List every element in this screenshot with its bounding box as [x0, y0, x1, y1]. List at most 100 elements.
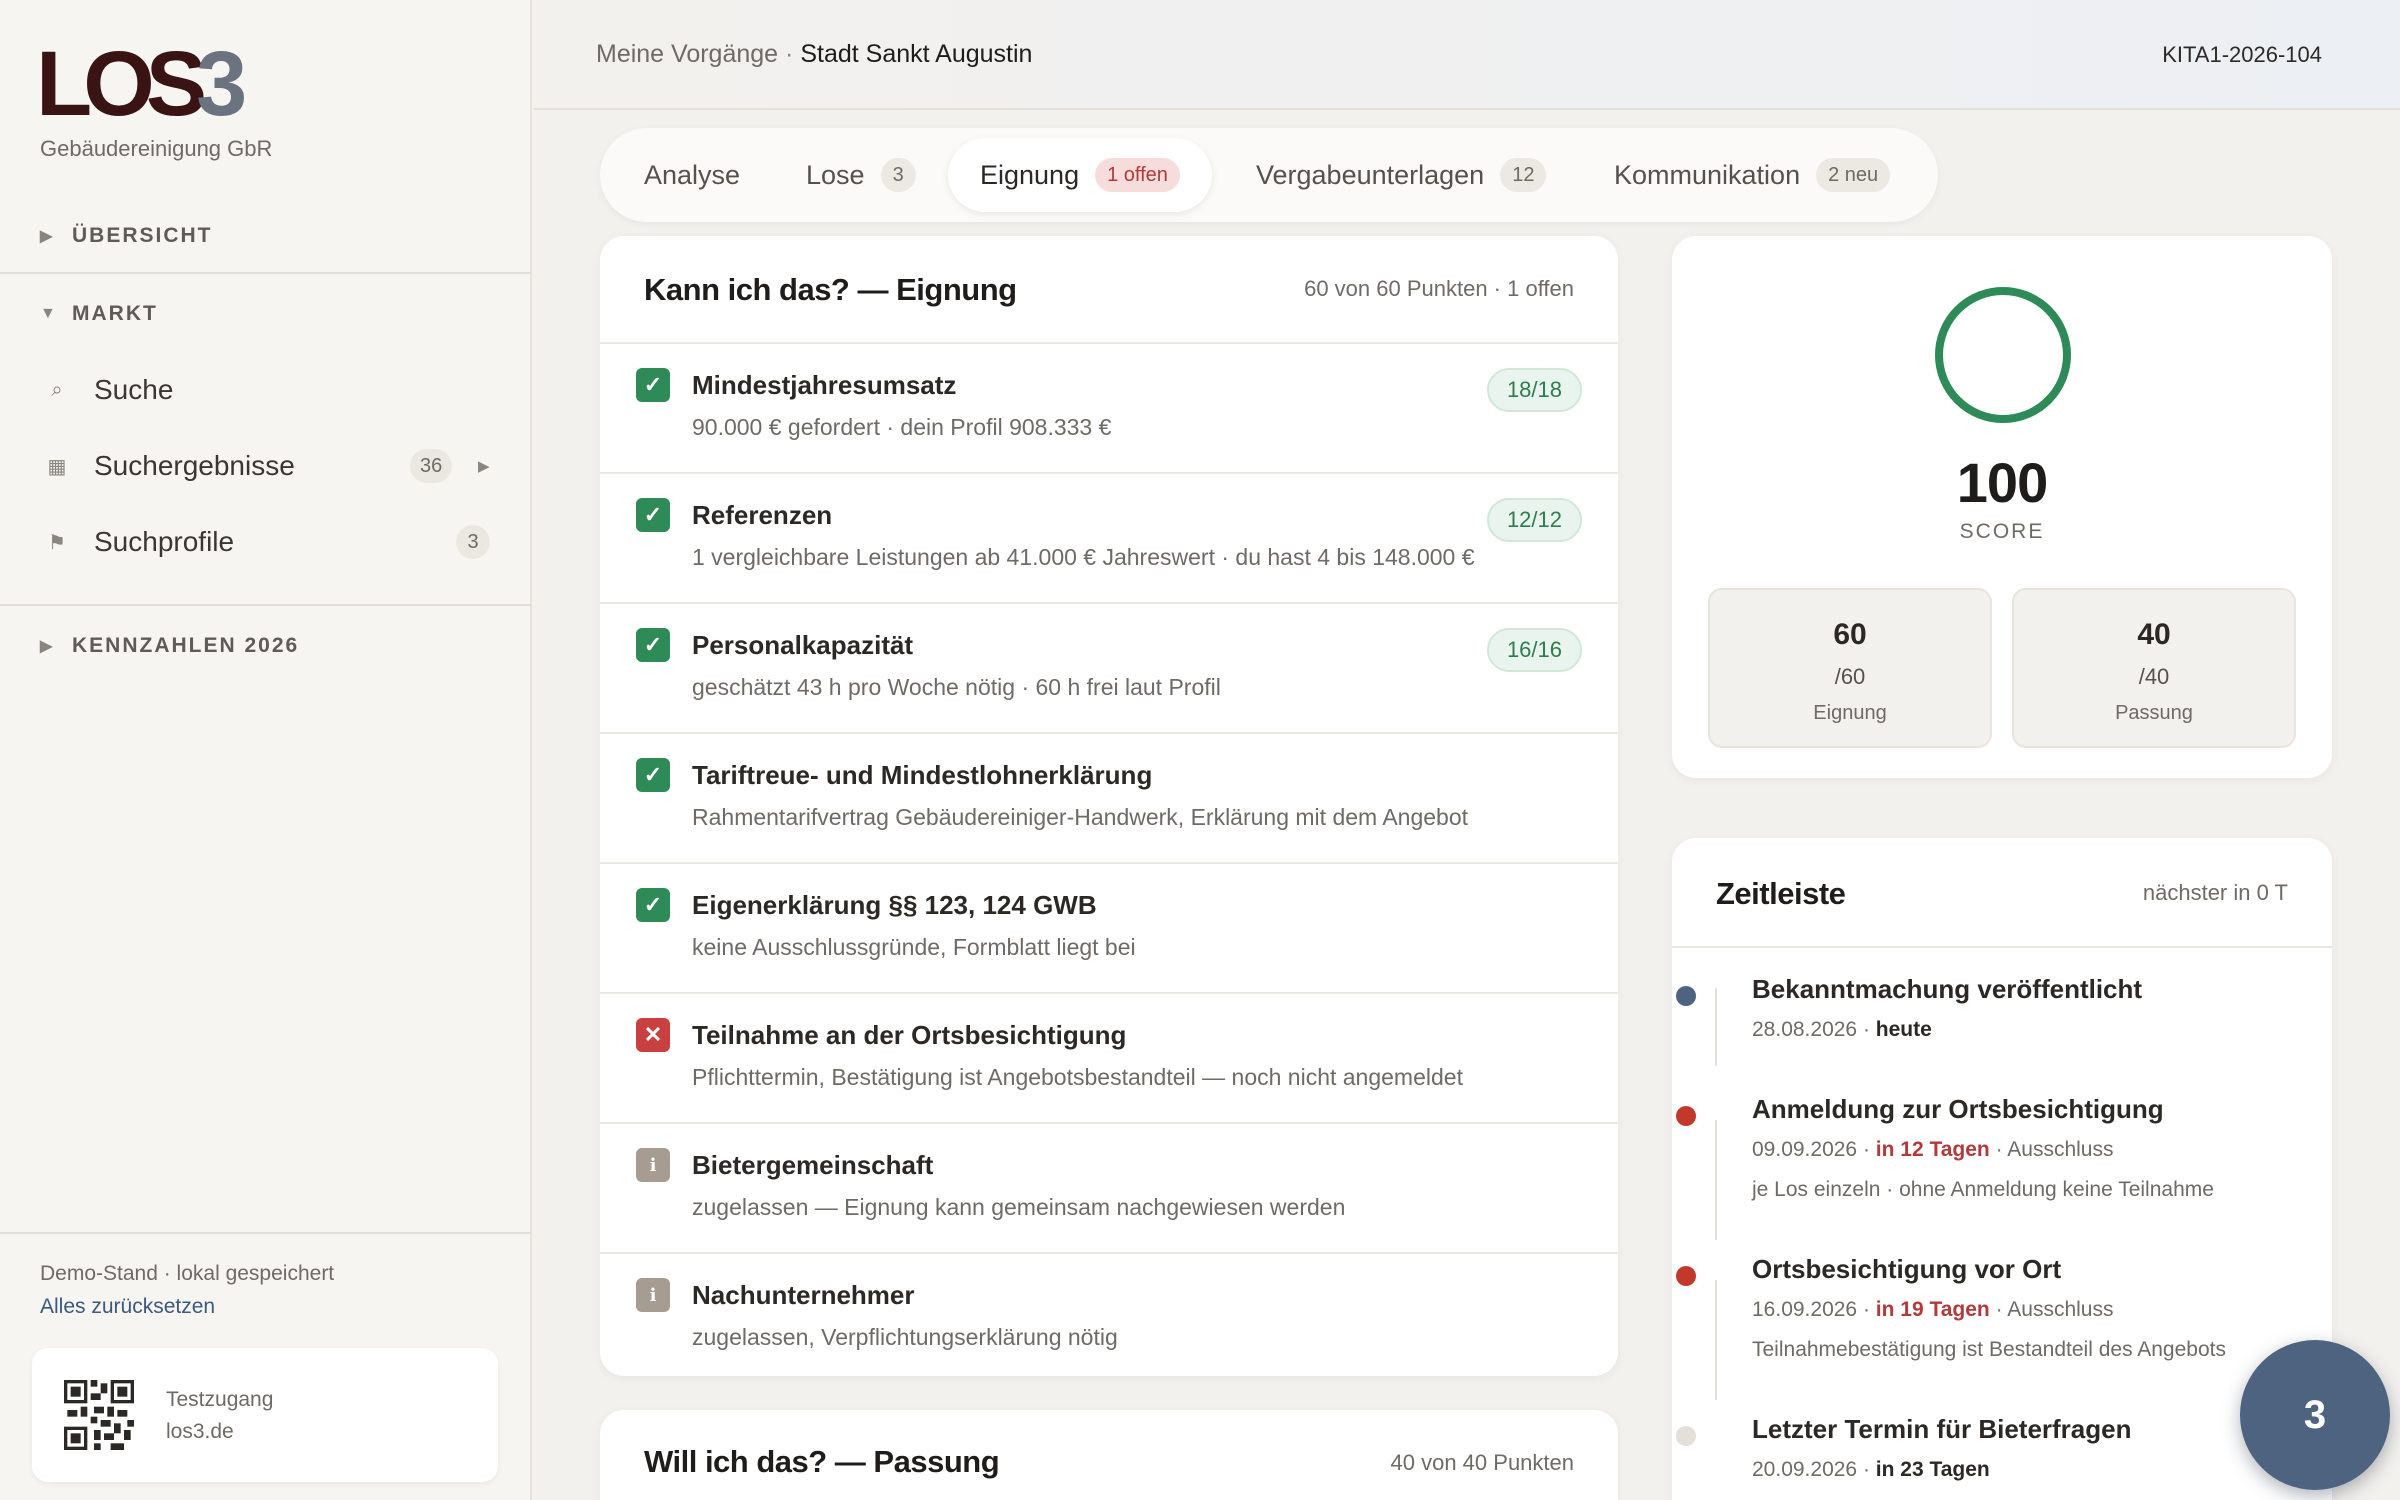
- tab-badge: 2 neu: [1816, 158, 1891, 192]
- chevron-right-icon[interactable]: ▶: [478, 457, 490, 475]
- row-title: Tariftreue- und Mindestlohnerklärung: [692, 760, 1153, 790]
- timeline-relative: in 12 Tagen: [1875, 1138, 1990, 1161]
- checkbox-checked-icon: ✓: [636, 758, 670, 792]
- tab-label: Kommunikation: [1614, 159, 1801, 190]
- eignung-row[interactable]: ✓ Mindestjahresumsatz 90.000 € gefordert…: [600, 342, 1618, 472]
- sidebar-item-label: Suchergebnisse: [94, 450, 295, 481]
- row-title: Eigenerklärung §§ 123, 124 GWB: [692, 890, 1097, 920]
- timeline-title: Bekanntmachung veröffentlicht: [1752, 974, 2143, 1004]
- search-icon: ⌕: [51, 378, 63, 401]
- eignung-row[interactable]: i Nachunternehmer zugelassen, Verpflicht…: [600, 1252, 1618, 1376]
- eignung-score-max: /60: [1834, 664, 1866, 689]
- tab-kommunikation[interactable]: Kommunikation 2 neu: [1582, 138, 1922, 212]
- timeline-dot: [1676, 986, 1696, 1006]
- timeline-date: 28.08.2026: [1752, 1018, 1858, 1041]
- breadcrumb-separator: ·: [785, 40, 794, 68]
- row-detail: zugelassen, Verpflichtungserklärung nöti…: [692, 1324, 1118, 1350]
- divider: [1672, 946, 2332, 948]
- timeline-tag: Ausschluss: [2007, 1298, 2114, 1321]
- divider: [0, 272, 532, 274]
- qr-code-icon: [64, 1380, 134, 1450]
- sidebar-item-suchergebnisse[interactable]: ▦ Suchergebnisse 36 ▶: [0, 436, 532, 496]
- tab-eignung[interactable]: Eignung 1 offen: [948, 138, 1212, 212]
- checkbox-checked-icon: ✓: [636, 368, 670, 402]
- score-label: SCORE: [1959, 520, 2045, 543]
- score-ring: [1935, 287, 2071, 423]
- logo-text: LOS: [36, 33, 207, 135]
- eignung-row[interactable]: i Bietergemeinschaft zugelassen — Eignun…: [600, 1122, 1618, 1252]
- timeline-meta: 28.08.2026 · heute: [1752, 1018, 1932, 1041]
- timeline-relative: in 23 Tagen: [1875, 1458, 1990, 1481]
- row-detail: 1 vergleichbare Leistungen ab 41.000 € J…: [692, 544, 1475, 570]
- eignung-row[interactable]: ✓ Tariftreue- und Mindestlohnerklärung R…: [600, 732, 1618, 862]
- timeline-card: Zeitleiste nächster in 0 T: [1672, 838, 2332, 1500]
- info-icon: i: [636, 1148, 670, 1182]
- notification-fab[interactable]: 3: [2240, 1340, 2390, 1490]
- row-title: Personalkapazität: [692, 630, 914, 660]
- qr-url: los3.de: [166, 1420, 234, 1443]
- reset-link[interactable]: Alles zurücksetzen: [40, 1295, 215, 1319]
- nav-section-markt[interactable]: ▼ MARKT: [0, 298, 532, 330]
- timeline-date: 09.09.2026: [1752, 1138, 1858, 1161]
- score-value: 100: [1956, 451, 2048, 514]
- tab-bar: Analyse Lose 3 Eignung 1 offen Vergabeun…: [600, 128, 1938, 222]
- tab-label: Lose: [806, 159, 865, 190]
- row-title: Nachunternehmer: [692, 1280, 915, 1310]
- sidebar-item-label: Suchprofile: [94, 526, 235, 557]
- timeline-connector: [1715, 1280, 1717, 1400]
- tab-analyse[interactable]: Analyse: [612, 138, 772, 212]
- tab-vergabeunterlagen[interactable]: Vergabeunterlagen 12: [1224, 138, 1578, 212]
- timeline-connector: [1715, 988, 1717, 1066]
- timeline-date: 20.09.2026: [1752, 1458, 1858, 1481]
- timeline-meta: 09.09.2026 · in 12 Tagen · Ausschluss: [1752, 1138, 2114, 1161]
- divider: [0, 1232, 532, 1234]
- timeline-title: Anmeldung zur Ortsbesichtigung: [1752, 1094, 2164, 1124]
- points-badge: 12/12: [1486, 498, 1582, 542]
- checkbox-checked-icon: ✓: [636, 888, 670, 922]
- sidebar-item-suche[interactable]: ⌕ Suche: [0, 360, 532, 420]
- row-title: Bietergemeinschaft: [692, 1150, 934, 1180]
- nav-section-kennzahlen[interactable]: ▶ KENNZAHLEN 2026: [0, 630, 532, 662]
- eignung-row[interactable]: ✓ Referenzen 1 vergleichbare Leistungen …: [600, 472, 1618, 602]
- timeline-relative: in 19 Tagen: [1875, 1298, 1990, 1321]
- nav-section-uebersicht[interactable]: ▶ ÜBERSICHT: [0, 220, 532, 252]
- tab-label: Eignung: [980, 159, 1080, 190]
- eignung-row[interactable]: ✓ Eigenerklärung §§ 123, 124 GWB keine A…: [600, 862, 1618, 992]
- tab-lose[interactable]: Lose 3: [774, 138, 948, 212]
- score-ring-arc: [1935, 287, 2071, 423]
- checkbox-checked-icon: ✓: [636, 628, 670, 662]
- tab-badge: 1 offen: [1095, 158, 1180, 192]
- eignung-score-value: 60: [1833, 618, 1867, 651]
- timeline-tag: Ausschluss: [2007, 1138, 2114, 1161]
- points-badge: 18/18: [1486, 368, 1582, 412]
- card-title: Kann ich das? — Eignung: [644, 272, 1017, 307]
- eignung-score-tile: 60 /60 Eignung: [1708, 588, 1992, 748]
- card-title: Will ich das? — Passung: [644, 1444, 1000, 1479]
- logo-number: 3: [196, 33, 248, 135]
- logo[interactable]: LOS 3: [36, 38, 247, 130]
- top-bar: Meine Vorgänge · Stadt Sankt Augustin KI…: [534, 0, 2400, 110]
- breadcrumb-parent[interactable]: Meine Vorgänge: [596, 40, 778, 68]
- passung-card: Will ich das? — Passung 40 von 40 Punkte…: [600, 1410, 1618, 1500]
- qr-card[interactable]: Testzugang los3.de: [32, 1348, 498, 1482]
- row-title: Teilnahme an der Ortsbesichtigung: [692, 1020, 1127, 1050]
- timeline-dot: [1676, 1266, 1696, 1286]
- grid-icon: ▦: [47, 455, 67, 478]
- eignung-card: Kann ich das? — Eignung 60 von 60 Punkte…: [600, 236, 1618, 1376]
- eignung-row[interactable]: ✕ Teilnahme an der Ortsbesichtigung Pfli…: [600, 992, 1618, 1122]
- count-badge: 36: [410, 449, 453, 483]
- timeline-note: Teilnahmebestätigung ist Bestandteil des…: [1752, 1338, 2226, 1361]
- sidebar: LOS 3 Gebäudereinigung GbR ▶ ÜBERSICHT ▼…: [0, 0, 532, 1500]
- caret-right-icon: ▶: [40, 228, 55, 245]
- nav-section-label: KENNZAHLEN 2026: [72, 634, 300, 657]
- eignung-row[interactable]: ✓ Personalkapazität geschätzt 43 h pro W…: [600, 602, 1618, 732]
- passung-score-tile: 40 /40 Passung: [2012, 588, 2296, 748]
- timeline-dot: [1676, 1426, 1696, 1446]
- qr-caption: Testzugang: [166, 1388, 274, 1411]
- row-title: Referenzen: [692, 500, 833, 530]
- tab-label: Analyse: [644, 159, 741, 190]
- demo-status: Demo-Stand · lokal gespeichert: [40, 1262, 335, 1285]
- row-detail: geschätzt 43 h pro Woche nötig · 60 h fr…: [692, 674, 1221, 700]
- sidebar-item-suchprofile[interactable]: ⚑ Suchprofile 3: [0, 512, 532, 572]
- points-badge: 16/16: [1486, 628, 1582, 672]
